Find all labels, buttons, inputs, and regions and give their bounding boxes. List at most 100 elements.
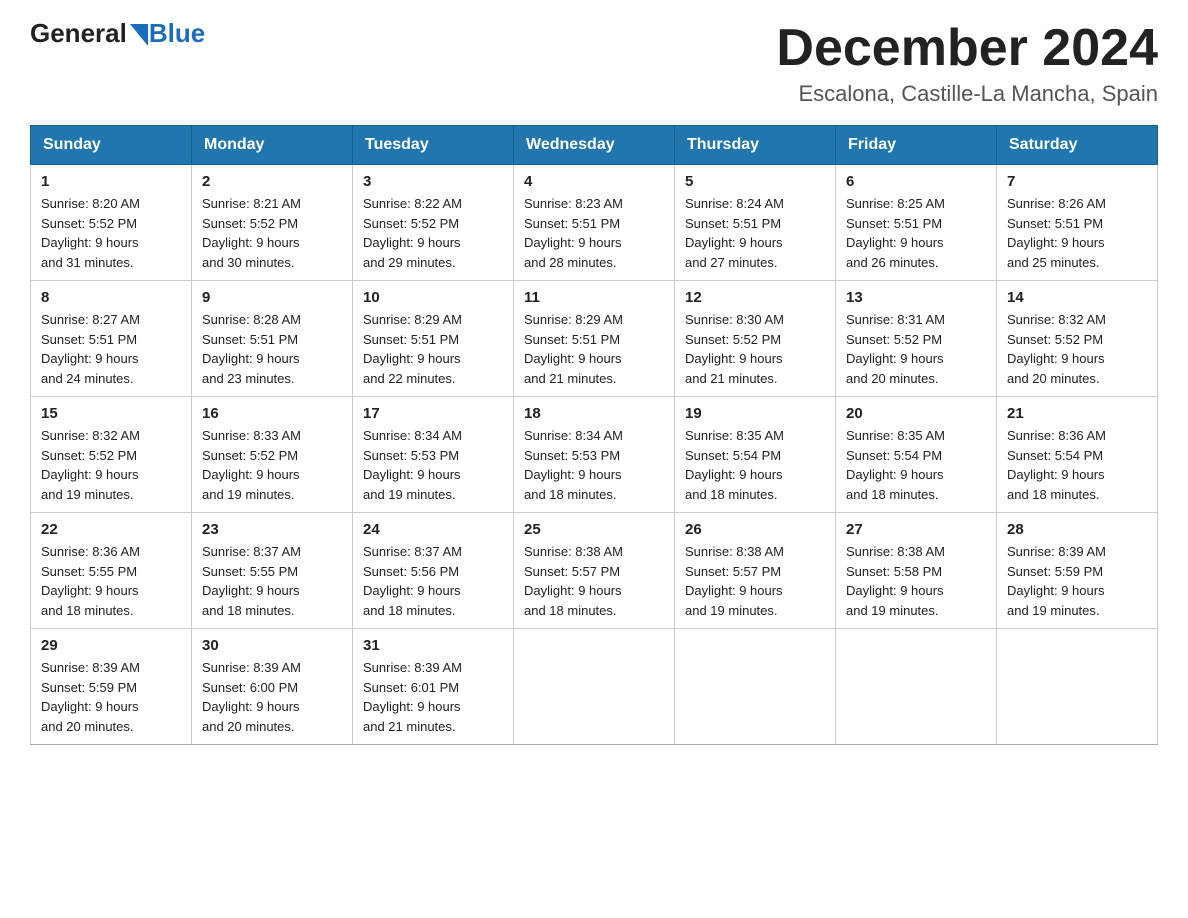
col-thursday: Thursday [675, 126, 836, 165]
table-row: 16 Sunrise: 8:33 AMSunset: 5:52 PMDayligh… [192, 397, 353, 513]
table-row: 29 Sunrise: 8:39 AMSunset: 5:59 PMDayligh… [31, 629, 192, 745]
table-row: 19 Sunrise: 8:35 AMSunset: 5:54 PMDayligh… [675, 397, 836, 513]
logo: General Blue [30, 20, 205, 46]
table-row: 31Sunrise: 8:39 AMSunset: 6:01 PMDayligh… [353, 629, 514, 745]
day-info: Sunrise: 8:38 AMSunset: 5:57 PMDaylight:… [524, 542, 664, 620]
day-number: 27 [846, 521, 986, 538]
day-info: Sunrise: 8:24 AMSunset: 5:51 PMDaylight:… [685, 194, 825, 272]
table-row: 25 Sunrise: 8:38 AMSunset: 5:57 PMDayligh… [514, 513, 675, 629]
day-number: 30 [202, 637, 342, 654]
calendar-header-row: Sunday Monday Tuesday Wednesday Thursday… [31, 126, 1158, 165]
table-row: 20Sunrise: 8:35 AMSunset: 5:54 PMDayligh… [836, 397, 997, 513]
day-number: 14 [1007, 289, 1147, 306]
day-info: Sunrise: 8:37 AMSunset: 5:55 PMDaylight:… [202, 542, 342, 620]
day-info: Sunrise: 8:37 AMSunset: 5:56 PMDaylight:… [363, 542, 503, 620]
day-number: 10 [363, 289, 503, 306]
day-info: Sunrise: 8:32 AMSunset: 5:52 PMDaylight:… [1007, 310, 1147, 388]
table-row: 26 Sunrise: 8:38 AMSunset: 5:57 PMDayligh… [675, 513, 836, 629]
logo-general-text: General [30, 20, 127, 46]
table-row [997, 629, 1158, 745]
col-saturday: Saturday [997, 126, 1158, 165]
day-info: Sunrise: 8:36 AMSunset: 5:54 PMDaylight:… [1007, 426, 1147, 504]
day-number: 4 [524, 173, 664, 190]
calendar-week-2: 8 Sunrise: 8:27 AMSunset: 5:51 PMDaylight… [31, 281, 1158, 397]
table-row: 3Sunrise: 8:22 AMSunset: 5:52 PMDaylight… [353, 165, 514, 281]
table-row: 22Sunrise: 8:36 AMSunset: 5:55 PMDayligh… [31, 513, 192, 629]
day-number: 31 [363, 637, 503, 654]
page-header: General Blue December 2024 Escalona, Cas… [30, 20, 1158, 107]
table-row: 21 Sunrise: 8:36 AMSunset: 5:54 PMDayligh… [997, 397, 1158, 513]
day-info: Sunrise: 8:35 AMSunset: 5:54 PMDaylight:… [685, 426, 825, 504]
day-info: Sunrise: 8:35 AMSunset: 5:54 PMDaylight:… [846, 426, 986, 504]
table-row: 8 Sunrise: 8:27 AMSunset: 5:51 PMDaylight… [31, 281, 192, 397]
day-number: 29 [41, 637, 181, 654]
day-info: Sunrise: 8:39 AMSunset: 6:00 PMDaylight:… [202, 658, 342, 736]
table-row [514, 629, 675, 745]
day-number: 25 [524, 521, 664, 538]
day-info: Sunrise: 8:20 AMSunset: 5:52 PMDaylight:… [41, 194, 181, 272]
day-number: 6 [846, 173, 986, 190]
table-row: 2Sunrise: 8:21 AMSunset: 5:52 PMDaylight… [192, 165, 353, 281]
day-number: 26 [685, 521, 825, 538]
logo-blue-text: Blue [149, 20, 205, 46]
table-row [675, 629, 836, 745]
main-title: December 2024 [776, 20, 1158, 77]
day-info: Sunrise: 8:39 AMSunset: 5:59 PMDaylight:… [41, 658, 181, 736]
day-number: 17 [363, 405, 503, 422]
day-info: Sunrise: 8:39 AMSunset: 5:59 PMDaylight:… [1007, 542, 1147, 620]
day-info: Sunrise: 8:38 AMSunset: 5:57 PMDaylight:… [685, 542, 825, 620]
table-row: 12Sunrise: 8:30 AMSunset: 5:52 PMDayligh… [675, 281, 836, 397]
table-row: 6 Sunrise: 8:25 AMSunset: 5:51 PMDaylight… [836, 165, 997, 281]
day-info: Sunrise: 8:21 AMSunset: 5:52 PMDaylight:… [202, 194, 342, 272]
day-number: 13 [846, 289, 986, 306]
table-row: 9Sunrise: 8:28 AMSunset: 5:51 PMDaylight… [192, 281, 353, 397]
day-info: Sunrise: 8:25 AMSunset: 5:51 PMDaylight:… [846, 194, 986, 272]
day-info: Sunrise: 8:34 AMSunset: 5:53 PMDaylight:… [363, 426, 503, 504]
table-row: 7 Sunrise: 8:26 AMSunset: 5:51 PMDaylight… [997, 165, 1158, 281]
day-number: 11 [524, 289, 664, 306]
table-row: 4 Sunrise: 8:23 AMSunset: 5:51 PMDaylight… [514, 165, 675, 281]
table-row: 30 Sunrise: 8:39 AMSunset: 6:00 PMDayligh… [192, 629, 353, 745]
day-number: 18 [524, 405, 664, 422]
table-row: 14 Sunrise: 8:32 AMSunset: 5:52 PMDayligh… [997, 281, 1158, 397]
day-number: 22 [41, 521, 181, 538]
table-row: 24Sunrise: 8:37 AMSunset: 5:56 PMDayligh… [353, 513, 514, 629]
day-number: 23 [202, 521, 342, 538]
day-number: 7 [1007, 173, 1147, 190]
title-area: December 2024 Escalona, Castille-La Manc… [776, 20, 1158, 107]
calendar-week-1: 1Sunrise: 8:20 AMSunset: 5:52 PMDaylight… [31, 165, 1158, 281]
day-number: 28 [1007, 521, 1147, 538]
day-number: 15 [41, 405, 181, 422]
col-sunday: Sunday [31, 126, 192, 165]
day-info: Sunrise: 8:29 AMSunset: 5:51 PMDaylight:… [363, 310, 503, 388]
day-number: 19 [685, 405, 825, 422]
day-number: 21 [1007, 405, 1147, 422]
day-info: Sunrise: 8:23 AMSunset: 5:51 PMDaylight:… [524, 194, 664, 272]
table-row: 17 Sunrise: 8:34 AMSunset: 5:53 PMDayligh… [353, 397, 514, 513]
table-row: 11Sunrise: 8:29 AMSunset: 5:51 PMDayligh… [514, 281, 675, 397]
day-number: 5 [685, 173, 825, 190]
day-number: 8 [41, 289, 181, 306]
table-row [836, 629, 997, 745]
table-row: 10 Sunrise: 8:29 AMSunset: 5:51 PMDayligh… [353, 281, 514, 397]
calendar-week-3: 15 Sunrise: 8:32 AMSunset: 5:52 PMDayligh… [31, 397, 1158, 513]
calendar-week-5: 29 Sunrise: 8:39 AMSunset: 5:59 PMDayligh… [31, 629, 1158, 745]
table-row: 18 Sunrise: 8:34 AMSunset: 5:53 PMDayligh… [514, 397, 675, 513]
logo-area: General Blue [30, 20, 205, 46]
day-info: Sunrise: 8:22 AMSunset: 5:52 PMDaylight:… [363, 194, 503, 272]
day-info: Sunrise: 8:33 AMSunset: 5:52 PMDaylight:… [202, 426, 342, 504]
day-info: Sunrise: 8:34 AMSunset: 5:53 PMDaylight:… [524, 426, 664, 504]
day-info: Sunrise: 8:30 AMSunset: 5:52 PMDaylight:… [685, 310, 825, 388]
table-row: 1Sunrise: 8:20 AMSunset: 5:52 PMDaylight… [31, 165, 192, 281]
subtitle: Escalona, Castille-La Mancha, Spain [776, 81, 1158, 107]
table-row: 15 Sunrise: 8:32 AMSunset: 5:52 PMDayligh… [31, 397, 192, 513]
table-row: 5 Sunrise: 8:24 AMSunset: 5:51 PMDaylight… [675, 165, 836, 281]
day-info: Sunrise: 8:26 AMSunset: 5:51 PMDaylight:… [1007, 194, 1147, 272]
calendar-week-4: 22Sunrise: 8:36 AMSunset: 5:55 PMDayligh… [31, 513, 1158, 629]
day-info: Sunrise: 8:27 AMSunset: 5:51 PMDaylight:… [41, 310, 181, 388]
col-wednesday: Wednesday [514, 126, 675, 165]
day-info: Sunrise: 8:32 AMSunset: 5:52 PMDaylight:… [41, 426, 181, 504]
table-row: 13Sunrise: 8:31 AMSunset: 5:52 PMDayligh… [836, 281, 997, 397]
day-number: 16 [202, 405, 342, 422]
calendar-table: Sunday Monday Tuesday Wednesday Thursday… [30, 125, 1158, 745]
